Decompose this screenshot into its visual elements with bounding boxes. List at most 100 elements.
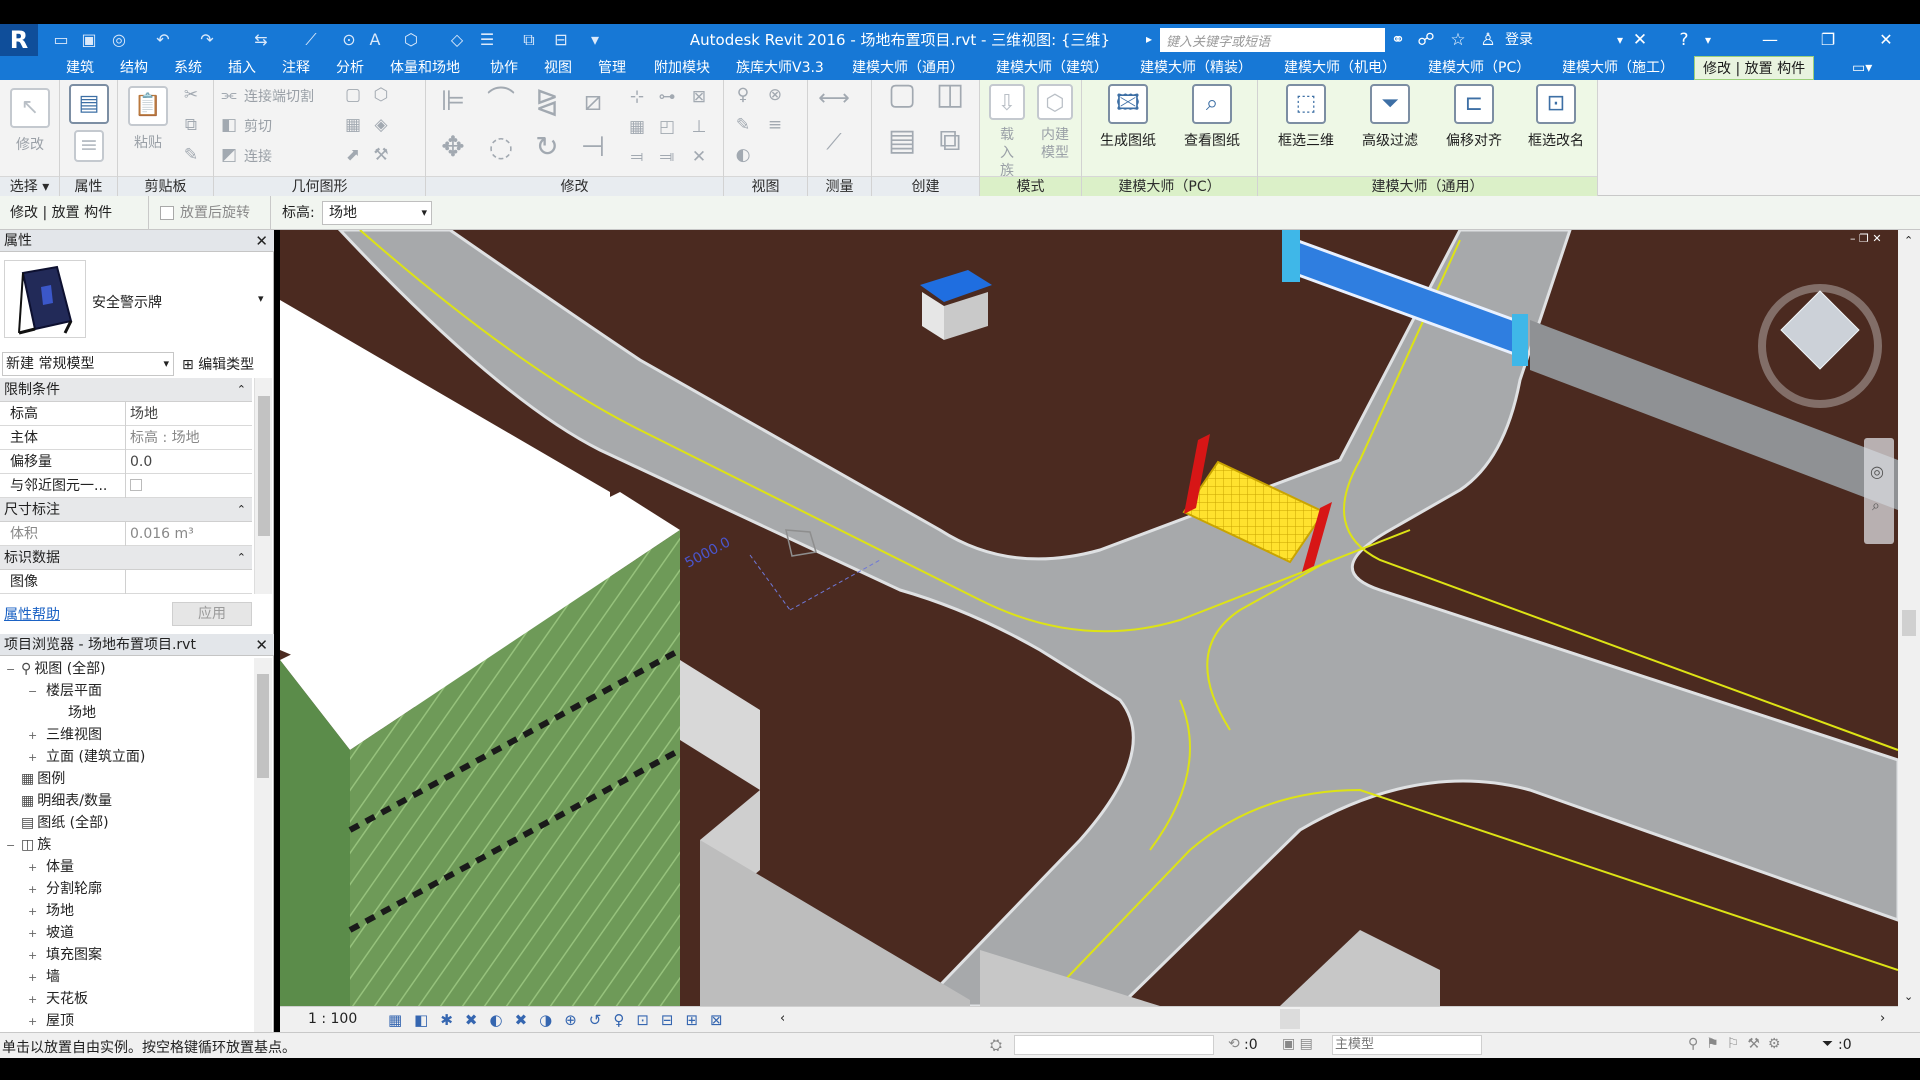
search-input[interactable]: 键入关键字或短语	[1160, 28, 1385, 52]
scroll-up-icon[interactable]: ⌃	[1904, 234, 1913, 247]
tab-analyze[interactable]: 分析	[336, 56, 364, 80]
pin-icon[interactable]: ⊥	[688, 116, 710, 138]
property-row[interactable]: 体积 0.016 m³	[0, 522, 252, 546]
hide-icon[interactable]: ⊗	[764, 84, 786, 106]
box-select-3d-button[interactable]: ⬚ 框选三维	[1266, 84, 1346, 150]
property-row[interactable]: 主体 标高 : 场地	[0, 426, 252, 450]
expand-toggle-icon[interactable]: +	[28, 725, 40, 747]
paint-view-icon[interactable]: ◐	[732, 144, 754, 166]
tab-bim-arch[interactable]: 建模大师（建筑）	[996, 56, 1108, 80]
browser-tree-item[interactable]: − ◫ 族	[6, 834, 51, 856]
match-properties-icon[interactable]: ✎	[180, 144, 202, 166]
filter-icon[interactable]: ⏷	[1822, 1036, 1833, 1052]
communication-icon[interactable]: ☍	[1414, 28, 1438, 52]
trim-single-icon[interactable]: ⫤	[626, 146, 648, 168]
search-expand-icon[interactable]: ▸	[1146, 32, 1152, 46]
tab-architecture[interactable]: 建筑	[66, 56, 94, 80]
scroll-down-icon[interactable]: ⌄	[1904, 990, 1913, 1003]
apply-button[interactable]: 应用	[172, 602, 252, 626]
sync-icon[interactable]: ◎	[108, 29, 130, 51]
minimize-button[interactable]: —	[1742, 24, 1798, 56]
browser-tree-item[interactable]: ▦ 明细表/数量	[6, 790, 112, 812]
scale-icon[interactable]: ◰	[656, 116, 678, 138]
split-face-icon[interactable]: ▢	[342, 84, 364, 106]
measure-distance-icon[interactable]: ⟷	[814, 88, 854, 110]
close-hidden-icon[interactable]: ⧉	[518, 29, 540, 51]
thin-lines-icon[interactable]: ☰	[476, 29, 498, 51]
measure-icon[interactable]: ⇆	[250, 29, 272, 51]
expand-toggle-icon[interactable]: +	[28, 923, 40, 945]
browser-tree-item[interactable]: + 场地	[28, 900, 74, 922]
browser-tree-item[interactable]: + 坡道	[28, 922, 74, 944]
dimensions-group[interactable]: 尺寸标注 ⌃	[0, 498, 252, 522]
selection-toggle-icons[interactable]: ⚲⚑⚐⚒⚙	[1688, 1036, 1788, 1052]
browser-tree-item[interactable]: + 屋顶	[28, 1010, 74, 1032]
ribbon-minimize-icon[interactable]: ▭▾	[1852, 56, 1872, 80]
tag-icon[interactable]: ⊙	[338, 29, 360, 51]
close-icon[interactable]: ✕	[255, 634, 268, 656]
worksets-icon[interactable]: ⛭	[990, 1036, 1002, 1054]
close-icon[interactable]: ✕	[255, 230, 268, 252]
open-icon[interactable]: ▭	[50, 29, 72, 51]
copy-icon[interactable]: ⧉	[180, 114, 202, 136]
browser-tree-item[interactable]: + 体量	[28, 856, 74, 878]
wall-joins-icon[interactable]: ⬡	[370, 84, 392, 106]
join-geometry-icon[interactable]: ◩	[218, 144, 240, 166]
tab-manage[interactable]: 管理	[598, 56, 626, 80]
expand-toggle-icon[interactable]: +	[28, 1011, 40, 1032]
unpin-icon[interactable]: ⊠	[688, 86, 710, 108]
browser-tree-item[interactable]: + 填充图案	[28, 944, 102, 966]
delete-icon[interactable]: ✕	[688, 146, 710, 168]
offset-icon[interactable]: ⌒	[484, 87, 518, 124]
box-rename-button[interactable]: ⊡ 框选改名	[1516, 84, 1596, 150]
properties-help-link[interactable]: 属性帮助	[4, 604, 60, 624]
browser-tree-item[interactable]: 场地	[50, 702, 96, 724]
restore-button[interactable]: ❐	[1800, 24, 1856, 56]
design-options-icon[interactable]: ▣ ▤	[1282, 1036, 1313, 1052]
scroll-right-icon[interactable]: ›	[1880, 1011, 1885, 1026]
tab-view[interactable]: 视图	[544, 56, 572, 80]
mirror-draw-icon[interactable]: ⧄	[576, 87, 610, 124]
expand-toggle-icon[interactable]: +	[28, 747, 40, 769]
tab-structure[interactable]: 结构	[120, 56, 148, 80]
linework-icon[interactable]: ✎	[732, 114, 754, 136]
section-icon[interactable]: ◇	[446, 29, 468, 51]
thin-line-icon[interactable]: ≡	[764, 114, 786, 136]
instance-filter-select[interactable]: 新建 常规模型 ▾	[2, 352, 174, 376]
tab-addins[interactable]: 附加模块	[654, 56, 710, 80]
tab-modify-place-component[interactable]: 修改 | 放置 构件	[1694, 56, 1815, 80]
browser-tree-item[interactable]: − 楼层平面	[28, 680, 102, 702]
browser-tree-item[interactable]: ▦ 图例	[6, 768, 65, 790]
3d-viewport[interactable]: 5000.0 – ❐ ✕ ◎ ⌕	[280, 230, 1898, 1006]
demolish-icon[interactable]: ⬈	[342, 144, 364, 166]
scroll-thumb[interactable]	[1902, 610, 1916, 636]
trim-multiple-icon[interactable]: ⫥	[656, 146, 678, 168]
user-icon[interactable]: ♙	[1476, 28, 1500, 52]
copy-element-icon[interactable]: ◌	[484, 133, 518, 170]
expand-toggle-icon[interactable]: −	[28, 681, 40, 703]
browser-tree-item[interactable]: + 墙	[28, 966, 60, 988]
property-row[interactable]: 偏移量 0.0	[0, 450, 252, 474]
tab-bim-decor[interactable]: 建模大师（精装）	[1140, 56, 1252, 80]
help-dropdown-icon[interactable]: ▾	[1696, 28, 1720, 52]
create-similar-icon[interactable]: ⧉	[930, 126, 970, 170]
design-option-select[interactable]: 主模型	[1332, 1035, 1482, 1055]
rotate-after-checkbox[interactable]	[160, 206, 174, 220]
offset-align-button[interactable]: ⊏ 偏移对齐	[1434, 84, 1514, 150]
scroll-thumb[interactable]	[257, 674, 269, 778]
expand-toggle-icon[interactable]: +	[28, 967, 40, 989]
move-with-grids-checkbox[interactable]	[130, 479, 142, 491]
revit-logo[interactable]: R	[0, 24, 38, 56]
hammer-icon[interactable]: ⚒	[370, 144, 392, 166]
cut-geometry-icon[interactable]: ◧	[218, 114, 240, 136]
zoom-icon[interactable]: ⌕	[1872, 498, 1880, 514]
create-group-icon[interactable]: ▤	[882, 126, 922, 170]
override-graphics-icon[interactable]: ♀	[732, 84, 754, 106]
array-icon[interactable]: ▦	[626, 116, 648, 138]
scroll-thumb[interactable]	[258, 396, 270, 536]
tab-collaborate[interactable]: 协作	[490, 56, 518, 80]
expand-toggle-icon[interactable]: +	[28, 857, 40, 879]
steering-wheel-icon[interactable]: ◎	[1870, 462, 1884, 481]
undo-icon[interactable]: ↶	[152, 29, 174, 51]
mirror-axis-icon[interactable]: ⧎	[530, 87, 564, 124]
